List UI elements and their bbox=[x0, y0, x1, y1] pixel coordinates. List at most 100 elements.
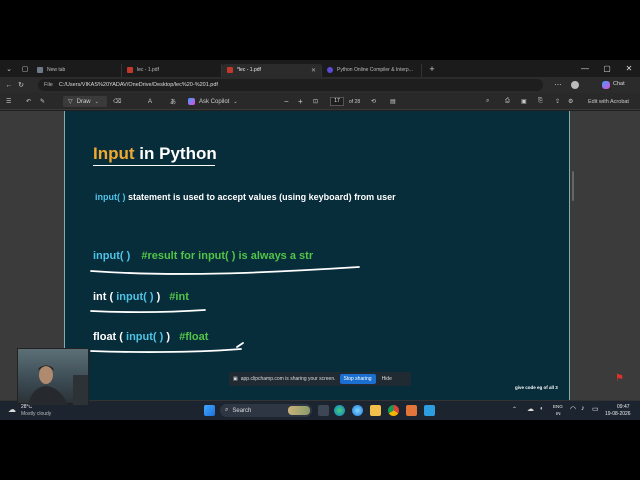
head-shape bbox=[39, 366, 53, 384]
wifi-icon[interactable]: ◠ bbox=[570, 405, 576, 413]
avatar[interactable] bbox=[571, 81, 579, 89]
tab-label: *lec - 1.pdf bbox=[237, 67, 261, 73]
hide-button[interactable]: Hide bbox=[382, 376, 392, 382]
screen-share-bar: ▣ app.clipchamp.com is sharing your scre… bbox=[229, 372, 411, 386]
webcam-overlay bbox=[17, 348, 89, 405]
acrobat-icon[interactable]: ⚑ bbox=[615, 373, 624, 384]
extensions-icon[interactable]: ⋯ bbox=[552, 81, 564, 89]
close-tab-icon[interactable]: ✕ bbox=[311, 67, 316, 74]
scrollbar[interactable] bbox=[572, 171, 574, 201]
read-aloud-icon[interactable]: ↶ bbox=[26, 96, 31, 107]
url-text: C:/Users/VIKAS%20YADAV/OneDrive/Desktop/… bbox=[58, 82, 218, 88]
share-text: app.clipchamp.com is sharing your screen… bbox=[240, 376, 336, 382]
search-icon[interactable]: ⌕ bbox=[486, 96, 489, 107]
back-icon[interactable]: ← bbox=[3, 82, 15, 89]
chevron-down-icon: ⌄ bbox=[94, 98, 99, 105]
tab-label: lec - 1.pdf bbox=[137, 67, 159, 73]
tab-favicon-icon bbox=[37, 67, 43, 73]
slide-footer: give code eg of all 3 bbox=[515, 385, 558, 390]
pdf-viewer: Input in Python input( ) statement is us… bbox=[0, 111, 640, 400]
workspaces-icon[interactable]: ▢ bbox=[18, 65, 32, 73]
screen: ⌄ ▢ New tab lec - 1.pdf *lec - 1.pdf ✕ P… bbox=[0, 60, 640, 420]
clock-time[interactable]: 09:47 bbox=[617, 404, 630, 410]
stop-sharing-button[interactable]: Stop sharing bbox=[339, 374, 376, 384]
share-icon[interactable]: ⇪ bbox=[555, 96, 560, 107]
weather-icon[interactable]: ☁ bbox=[8, 405, 16, 414]
pdf-icon bbox=[227, 67, 233, 73]
tab-label: New tab bbox=[47, 67, 66, 73]
tab-python-compiler[interactable]: Python Online Compiler & Interp... bbox=[322, 63, 422, 77]
pdf-toolbar: ☰ ↶ ✎ ▽ Draw ⌄ ⌫ A あ Ask Copilot ⌄ − + ⊡… bbox=[0, 93, 640, 110]
lang-bottom[interactable]: IN bbox=[556, 411, 561, 416]
page-number-input[interactable]: 17 bbox=[330, 97, 344, 106]
ink-stroke-3 bbox=[90, 342, 244, 353]
file-explorer-icon[interactable] bbox=[370, 405, 381, 416]
taskbar: ☁ 28°C Mostly cloudy ⌕ Search ⌃ ☁ ◐ ENG … bbox=[0, 400, 640, 420]
ask-copilot-button[interactable]: Ask Copilot ⌄ bbox=[188, 96, 238, 107]
tab-actions-icon[interactable]: ⌄ bbox=[0, 65, 18, 73]
search-highlight-icon bbox=[288, 406, 310, 415]
tray-chevron-icon[interactable]: ⌃ bbox=[512, 406, 517, 413]
maximize-button[interactable]: ▢ bbox=[597, 60, 617, 77]
start-icon[interactable] bbox=[204, 405, 215, 416]
draw-icon: ▽ bbox=[68, 99, 73, 105]
page-view-icon[interactable]: ▤ bbox=[390, 96, 396, 107]
zoom-in-button[interactable]: + bbox=[298, 96, 303, 107]
ink-stroke-2 bbox=[90, 309, 206, 313]
copilot-small-icon bbox=[188, 98, 195, 105]
pdf-icon bbox=[127, 67, 133, 73]
edge-dev-icon[interactable] bbox=[352, 405, 363, 416]
clock-date[interactable]: 19-08-2026 bbox=[605, 411, 631, 417]
lang-top[interactable]: ENG bbox=[553, 404, 563, 409]
print-icon[interactable]: ⎙ bbox=[505, 96, 510, 107]
chrome-icon[interactable] bbox=[388, 405, 399, 416]
text-icon[interactable]: A bbox=[148, 96, 152, 107]
edit-with-acrobat-button[interactable]: Edit with Acrobat bbox=[588, 96, 629, 107]
rotate-icon[interactable]: ⟲ bbox=[371, 96, 376, 107]
volume-icon[interactable]: ♪ bbox=[581, 405, 585, 412]
minimize-button[interactable]: — bbox=[575, 60, 595, 77]
eraser-icon[interactable]: ⌫ bbox=[113, 96, 121, 107]
tab-lec1-pdf[interactable]: lec - 1.pdf bbox=[122, 63, 222, 77]
save-as-icon[interactable]: ⎘ bbox=[538, 96, 543, 107]
ink-stroke-1 bbox=[90, 266, 360, 275]
tab-bar: ⌄ ▢ New tab lec - 1.pdf *lec - 1.pdf ✕ P… bbox=[0, 60, 640, 77]
ink-annotations bbox=[90, 266, 360, 353]
contents-icon[interactable]: ☰ bbox=[6, 96, 11, 107]
settings-icon[interactable]: ⚙ bbox=[568, 96, 573, 107]
page-total: of 28 bbox=[349, 98, 361, 105]
save-icon[interactable]: ▣ bbox=[521, 96, 527, 107]
shelf-shape bbox=[73, 375, 88, 405]
battery-icon[interactable]: ▭ bbox=[592, 405, 599, 413]
new-tab-button[interactable]: + bbox=[426, 64, 438, 74]
cloud-icon[interactable]: ☁ bbox=[527, 405, 534, 413]
chevron-down-icon: ⌄ bbox=[233, 98, 238, 105]
refresh-icon[interactable]: ↻ bbox=[15, 81, 27, 89]
tab-new-tab[interactable]: New tab bbox=[32, 63, 122, 77]
chat-label[interactable]: Chat bbox=[613, 81, 625, 87]
tab-label: Python Online Compiler & Interp... bbox=[337, 67, 413, 73]
draw-button[interactable]: ▽ Draw ⌄ bbox=[63, 96, 107, 107]
edge-icon[interactable] bbox=[334, 405, 345, 416]
zoom-out-button[interactable]: − bbox=[284, 96, 289, 107]
highlight-icon[interactable]: ✎ bbox=[40, 96, 45, 107]
search-icon: ⌕ bbox=[225, 407, 229, 413]
app-icon-orange[interactable] bbox=[406, 405, 417, 416]
draw-label: Draw bbox=[76, 98, 91, 105]
copilot-icon[interactable] bbox=[602, 81, 610, 89]
ask-copilot-label: Ask Copilot bbox=[199, 98, 230, 105]
task-view-icon[interactable] bbox=[318, 405, 329, 416]
weather-desc: Mostly cloudy bbox=[21, 411, 52, 417]
tray-app-icon[interactable]: ◐ bbox=[540, 406, 544, 412]
close-button[interactable]: ✕ bbox=[619, 60, 639, 77]
translate-icon[interactable]: あ bbox=[170, 96, 176, 107]
taskbar-search[interactable]: ⌕ Search bbox=[220, 404, 312, 417]
fit-page-icon[interactable]: ⊡ bbox=[313, 96, 318, 107]
app-icon-blue[interactable] bbox=[424, 405, 435, 416]
tab-lec1-pdf-active[interactable]: *lec - 1.pdf ✕ bbox=[222, 63, 322, 77]
file-label: File bbox=[44, 82, 53, 88]
address-bar: ← ↻ File C:/Users/VIKAS%20YADAV/OneDrive… bbox=[0, 77, 640, 93]
url-field[interactable]: File C:/Users/VIKAS%20YADAV/OneDrive/Des… bbox=[38, 79, 543, 91]
pdf-page: Input in Python input( ) statement is us… bbox=[64, 111, 570, 400]
search-label: Search bbox=[232, 407, 252, 414]
